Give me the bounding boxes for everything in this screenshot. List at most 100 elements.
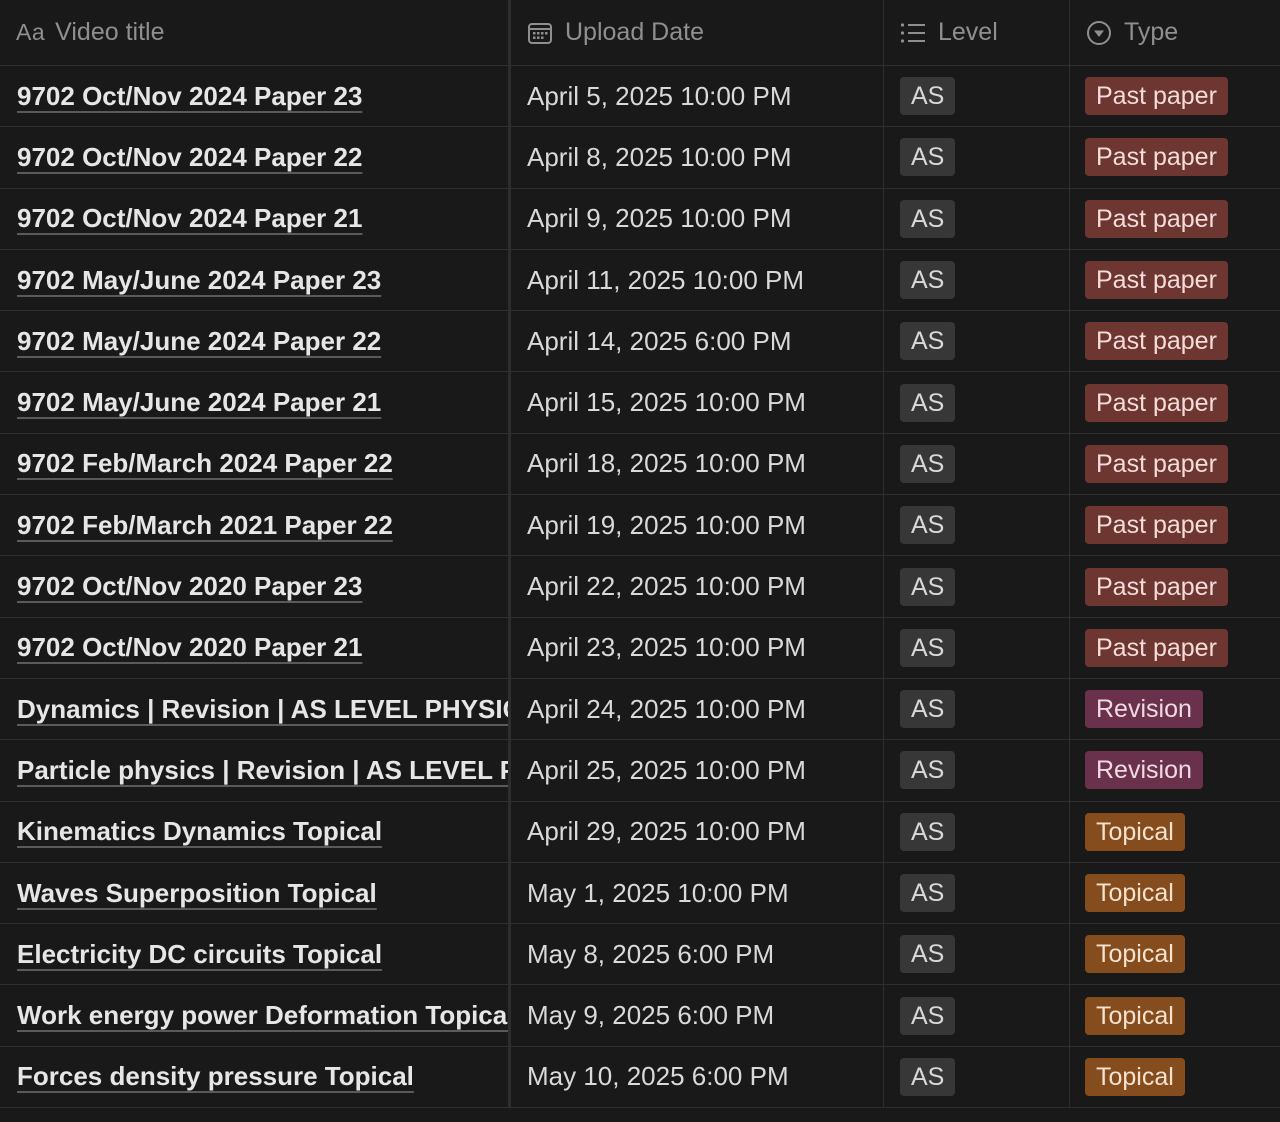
level-cell[interactable]: AS	[884, 372, 1070, 433]
table-row[interactable]: 9702 Feb/March 2024 Paper 22 April 18, 2…	[0, 433, 1280, 496]
level-cell[interactable]: AS	[884, 433, 1070, 495]
video-title-link[interactable]: Waves Superposition Topical	[17, 878, 377, 909]
level-cell[interactable]: AS	[884, 985, 1070, 1046]
table-row[interactable]: 9702 Oct/Nov 2024 Paper 21 April 9, 2025…	[0, 188, 1280, 250]
level-cell[interactable]: AS	[884, 924, 1070, 985]
upload-date-cell[interactable]: April 23, 2025 10:00 PM	[511, 617, 884, 678]
type-cell[interactable]: Topical	[1070, 985, 1280, 1045]
upload-date-cell[interactable]: April 25, 2025 10:00 PM	[511, 740, 884, 801]
level-cell[interactable]: AS	[884, 862, 1070, 924]
type-cell[interactable]: Topical	[1070, 924, 1280, 984]
table-row[interactable]: 9702 May/June 2024 Paper 22 April 14, 20…	[0, 311, 1280, 373]
video-title-cell[interactable]: Forces density pressure Topical	[0, 1046, 511, 1108]
video-title-link[interactable]: 9702 Oct/Nov 2020 Paper 21	[17, 632, 362, 663]
video-title-cell[interactable]: 9702 Oct/Nov 2024 Paper 22	[0, 127, 511, 188]
video-title-link[interactable]: Dynamics | Revision | AS LEVEL PHYSICS	[17, 694, 508, 725]
level-cell[interactable]: AS	[884, 617, 1070, 678]
upload-date-cell[interactable]: May 10, 2025 6:00 PM	[511, 1046, 884, 1108]
table-row[interactable]: Particle physics | Revision | AS LEVEL P…	[0, 740, 1280, 802]
video-title-link[interactable]: 9702 Oct/Nov 2024 Paper 22	[17, 142, 362, 173]
table-row[interactable]: Kinematics Dynamics Topical April 29, 20…	[0, 801, 1280, 863]
video-title-link[interactable]: 9702 Oct/Nov 2024 Paper 21	[17, 203, 362, 234]
type-cell[interactable]: Past paper	[1070, 127, 1280, 187]
upload-date-cell[interactable]: April 11, 2025 10:00 PM	[511, 249, 884, 311]
video-title-cell[interactable]: 9702 May/June 2024 Paper 23	[0, 249, 511, 311]
type-cell[interactable]: Past paper	[1070, 311, 1280, 371]
type-cell[interactable]: Past paper	[1070, 495, 1280, 555]
level-cell[interactable]: AS	[884, 740, 1070, 801]
video-title-cell[interactable]: 9702 Oct/Nov 2020 Paper 21	[0, 617, 511, 678]
column-header-upload-date[interactable]: Upload Date	[511, 0, 884, 65]
upload-date-cell[interactable]: April 9, 2025 10:00 PM	[511, 188, 884, 249]
table-row[interactable]: 9702 Oct/Nov 2020 Paper 21 April 23, 202…	[0, 617, 1280, 679]
upload-date-cell[interactable]: May 9, 2025 6:00 PM	[511, 985, 884, 1046]
upload-date-cell[interactable]: May 8, 2025 6:00 PM	[511, 924, 884, 985]
video-title-link[interactable]: 9702 May/June 2024 Paper 23	[17, 265, 381, 296]
level-cell[interactable]: AS	[884, 66, 1070, 127]
upload-date-cell[interactable]: April 29, 2025 10:00 PM	[511, 801, 884, 862]
table-row[interactable]: 9702 Oct/Nov 2024 Paper 23 April 5, 2025…	[0, 66, 1280, 128]
video-title-link[interactable]: 9702 May/June 2024 Paper 21	[17, 387, 381, 418]
table-row[interactable]: 9702 May/June 2024 Paper 21 April 15, 20…	[0, 372, 1280, 434]
upload-date-cell[interactable]: April 22, 2025 10:00 PM	[511, 556, 884, 617]
level-cell[interactable]: AS	[884, 188, 1070, 249]
video-title-cell[interactable]: Kinematics Dynamics Topical	[0, 801, 511, 862]
video-title-link[interactable]: 9702 Oct/Nov 2024 Paper 23	[17, 81, 362, 112]
video-title-link[interactable]: 9702 Feb/March 2024 Paper 22	[17, 448, 393, 479]
upload-date-cell[interactable]: May 1, 2025 10:00 PM	[511, 862, 884, 924]
upload-date-cell[interactable]: April 14, 2025 6:00 PM	[511, 311, 884, 372]
table-row[interactable]: Electricity DC circuits Topical May 8, 2…	[0, 924, 1280, 986]
table-row[interactable]: 9702 Feb/March 2021 Paper 22 April 19, 2…	[0, 495, 1280, 557]
video-title-cell[interactable]: 9702 Oct/Nov 2020 Paper 23	[0, 556, 511, 617]
video-title-cell[interactable]: 9702 May/June 2024 Paper 21	[0, 372, 511, 433]
video-title-cell[interactable]: Dynamics | Revision | AS LEVEL PHYSICS	[0, 678, 511, 740]
type-cell[interactable]: Topical	[1070, 863, 1280, 923]
video-title-link[interactable]: Work energy power Deformation Topical	[17, 1000, 508, 1031]
video-title-cell[interactable]: Work energy power Deformation Topical	[0, 985, 511, 1046]
upload-date-cell[interactable]: April 24, 2025 10:00 PM	[511, 678, 884, 740]
table-row[interactable]: 9702 Oct/Nov 2020 Paper 23 April 22, 202…	[0, 556, 1280, 618]
level-cell[interactable]: AS	[884, 127, 1070, 188]
level-cell[interactable]: AS	[884, 556, 1070, 617]
upload-date-cell[interactable]: April 19, 2025 10:00 PM	[511, 495, 884, 556]
type-cell[interactable]: Past paper	[1070, 189, 1280, 249]
type-cell[interactable]: Past paper	[1070, 618, 1280, 678]
video-title-link[interactable]: 9702 May/June 2024 Paper 22	[17, 326, 381, 357]
table-row[interactable]: Work energy power Deformation Topical Ma…	[0, 985, 1280, 1047]
type-cell[interactable]: Revision	[1070, 679, 1280, 739]
level-cell[interactable]: AS	[884, 1046, 1070, 1108]
level-cell[interactable]: AS	[884, 678, 1070, 740]
video-title-cell[interactable]: 9702 Oct/Nov 2024 Paper 21	[0, 188, 511, 249]
upload-date-cell[interactable]: April 5, 2025 10:00 PM	[511, 66, 884, 127]
table-row[interactable]: Waves Superposition Topical May 1, 2025 …	[0, 862, 1280, 925]
video-title-link[interactable]: 9702 Oct/Nov 2020 Paper 23	[17, 571, 362, 602]
type-cell[interactable]: Topical	[1070, 1047, 1280, 1107]
table-row[interactable]: Dynamics | Revision | AS LEVEL PHYSICS A…	[0, 678, 1280, 741]
level-cell[interactable]: AS	[884, 311, 1070, 372]
upload-date-cell[interactable]: April 15, 2025 10:00 PM	[511, 372, 884, 433]
video-title-cell[interactable]: 9702 Feb/March 2021 Paper 22	[0, 495, 511, 556]
type-cell[interactable]: Revision	[1070, 740, 1280, 800]
table-row[interactable]: 9702 Oct/Nov 2024 Paper 22 April 8, 2025…	[0, 127, 1280, 189]
type-cell[interactable]: Past paper	[1070, 250, 1280, 310]
type-cell[interactable]: Past paper	[1070, 66, 1280, 126]
column-header-level[interactable]: Level	[884, 0, 1070, 65]
type-cell[interactable]: Past paper	[1070, 434, 1280, 494]
type-cell[interactable]: Past paper	[1070, 556, 1280, 616]
type-cell[interactable]: Past paper	[1070, 372, 1280, 432]
column-header-video-title[interactable]: Aa Video title	[0, 0, 511, 65]
level-cell[interactable]: AS	[884, 495, 1070, 556]
video-title-link[interactable]: Forces density pressure Topical	[17, 1061, 414, 1092]
table-row[interactable]: 9702 May/June 2024 Paper 23 April 11, 20…	[0, 249, 1280, 312]
upload-date-cell[interactable]: April 8, 2025 10:00 PM	[511, 127, 884, 188]
video-title-cell[interactable]: Particle physics | Revision | AS LEVEL P…	[0, 740, 511, 801]
video-title-cell[interactable]: 9702 May/June 2024 Paper 22	[0, 311, 511, 372]
video-title-link[interactable]: Particle physics | Revision | AS LEVEL P…	[17, 755, 508, 786]
video-title-link[interactable]: Electricity DC circuits Topical	[17, 939, 382, 970]
video-title-cell[interactable]: 9702 Oct/Nov 2024 Paper 23	[0, 66, 511, 127]
video-title-cell[interactable]: Waves Superposition Topical	[0, 862, 511, 924]
level-cell[interactable]: AS	[884, 249, 1070, 311]
video-title-cell[interactable]: 9702 Feb/March 2024 Paper 22	[0, 433, 511, 495]
column-header-type[interactable]: Type	[1070, 0, 1280, 65]
table-row[interactable]: Forces density pressure Topical May 10, …	[0, 1046, 1280, 1109]
